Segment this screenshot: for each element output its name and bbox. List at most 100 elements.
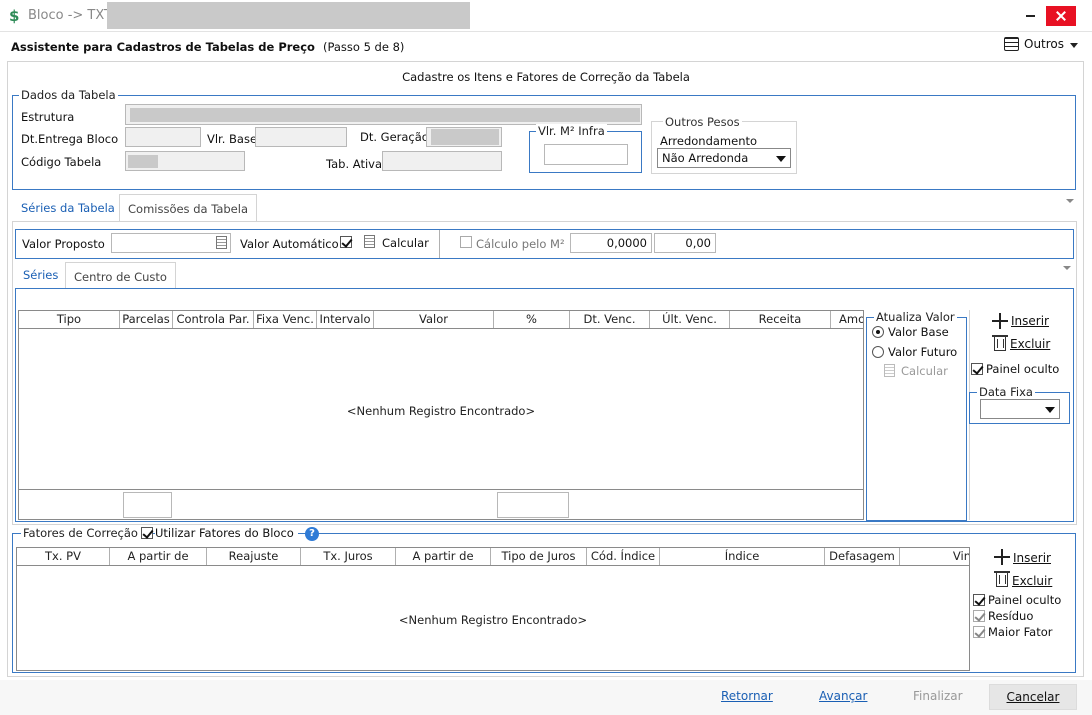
col-ult-venc[interactable]: Últ. Venc.	[650, 311, 730, 328]
plus-icon[interactable]	[992, 313, 1008, 329]
col-parcelas[interactable]: Parcelas	[120, 311, 173, 328]
app-logo-icon: $	[9, 7, 20, 25]
finalizar-button: Finalizar	[913, 689, 963, 703]
dados-legend: Dados da Tabela	[19, 88, 118, 102]
subtab-centro-custo[interactable]: Centro de Custo	[65, 262, 176, 289]
col-reajuste[interactable]: Reajuste	[207, 548, 301, 565]
window-titlebar: $ Bloco -> TXT	[0, 0, 1092, 32]
maior-fator-checkbox[interactable]	[973, 626, 985, 638]
dt-entrega-field[interactable]	[125, 127, 201, 147]
series-grid-header: Tipo Parcelas Controla Par. Fixa Venc. I…	[19, 311, 863, 329]
atualiza-valor-legend: Atualiza Valor	[874, 310, 957, 324]
col-receita[interactable]: Receita	[730, 311, 831, 328]
avancar-button[interactable]: Avançar	[819, 689, 867, 703]
wizard-step: (Passo 5 de 8)	[322, 40, 405, 54]
chevron-down-icon	[1045, 407, 1055, 413]
calculo-m2-checkbox[interactable]	[460, 236, 472, 248]
tabs-overflow-icon[interactable]	[1066, 199, 1074, 203]
valor-base-label: Valor Base	[888, 325, 949, 339]
data-fixa-select[interactable]	[980, 399, 1060, 419]
valor-proposto-label: Valor Proposto	[22, 237, 105, 251]
calculo-m2-field2[interactable]: 0,00	[654, 233, 716, 253]
dt-geracao-field[interactable]	[426, 127, 502, 147]
plus-icon[interactable]	[994, 549, 1010, 565]
col-tipo-juros[interactable]: Tipo de Juros	[491, 548, 587, 565]
fatores-grid-header: Tx. PV A partir de Reajuste Tx. Juros A …	[17, 548, 969, 566]
outros-label: Outros	[1024, 37, 1065, 51]
series-empty-message: <Nenhum Registro Encontrado>	[346, 404, 536, 418]
calculo-m2-field1[interactable]: 0,0000	[570, 233, 652, 253]
col-indice[interactable]: Índice	[660, 548, 825, 565]
calculator-icon[interactable]	[364, 235, 375, 248]
col-dt-venc[interactable]: Dt. Venc.	[570, 311, 650, 328]
vlr-m2-legend: Vlr. M² Infra	[536, 124, 607, 138]
col-tx-pv[interactable]: Tx. PV	[17, 548, 110, 565]
col-amo[interactable]: Amo	[831, 311, 863, 328]
vlr-m2-field[interactable]	[544, 144, 628, 165]
valor-automatico-label: Valor Automático	[240, 237, 339, 251]
valor-base-radio[interactable]	[872, 326, 884, 338]
arredondamento-label: Arredondamento	[660, 134, 758, 148]
calculator-icon[interactable]	[216, 236, 227, 249]
col-tx-juros[interactable]: Tx. Juros	[301, 548, 396, 565]
vlr-base-label: Vlr. Base	[207, 132, 258, 146]
minimize-icon[interactable]	[1020, 6, 1040, 26]
atualiza-calcular-button[interactable]: Calcular	[901, 364, 948, 378]
fatores-painel-oculto-checkbox[interactable]	[973, 594, 985, 606]
redacted-title	[107, 2, 470, 29]
col-controla-par[interactable]: Controla Par.	[173, 311, 254, 328]
fatores-inserir-button[interactable]: Inserir	[1013, 551, 1051, 565]
col-vin[interactable]: Vin	[900, 548, 969, 565]
col-valor[interactable]: Valor	[374, 311, 494, 328]
tab-series-tabela[interactable]: Séries da Tabela	[13, 194, 123, 221]
col-defasagem[interactable]: Defasagem	[825, 548, 900, 565]
col-percent[interactable]: %	[494, 311, 570, 328]
residuo-checkbox[interactable]	[973, 610, 985, 622]
valor-proposto-field[interactable]	[111, 233, 231, 253]
trash-icon[interactable]	[994, 571, 1010, 587]
residuo-label: Resíduo	[988, 609, 1034, 623]
valor-futuro-radio[interactable]	[872, 346, 884, 358]
parcelas-total-field	[123, 492, 172, 518]
calcular-button[interactable]: Calcular	[382, 236, 429, 250]
col-tipo[interactable]: Tipo	[19, 311, 120, 328]
close-icon[interactable]	[1046, 6, 1076, 26]
fatores-legend: Fatores de Correção	[21, 526, 142, 540]
fatores-legend-text: Fatores de Correção	[23, 526, 138, 540]
instructions: Cadastre os Itens e Fatores de Correção …	[402, 70, 690, 84]
trash-icon[interactable]	[992, 335, 1008, 351]
fatores-grid[interactable]: Tx. PV A partir de Reajuste Tx. Juros A …	[16, 547, 970, 671]
outros-menu[interactable]: Outros	[1004, 37, 1080, 53]
estrutura-field[interactable]	[125, 104, 642, 125]
col-cod-indice[interactable]: Cód. Índice	[587, 548, 660, 565]
dt-entrega-label: Dt.Entrega Bloco	[21, 132, 119, 146]
vlr-base-field[interactable]	[255, 127, 347, 147]
chevron-down-icon	[776, 156, 786, 162]
series-footer-row	[19, 489, 863, 490]
codigo-field[interactable]	[125, 151, 245, 171]
series-grid[interactable]: Tipo Parcelas Controla Par. Fixa Venc. I…	[18, 310, 864, 520]
fatores-excluir-button[interactable]: Excluir	[1012, 574, 1052, 588]
chevron-down-icon	[1070, 43, 1078, 48]
calculo-m2-label: Cálculo pelo M²	[476, 237, 565, 251]
col-fixa-venc[interactable]: Fixa Venc.	[254, 311, 317, 328]
tab-ativa-field[interactable]	[382, 151, 502, 171]
subtab-series[interactable]: Séries	[15, 261, 67, 288]
series-inserir-button[interactable]: Inserir	[1011, 314, 1049, 328]
retornar-button[interactable]: Retornar	[721, 689, 773, 703]
utilizar-fatores-checkbox[interactable]	[141, 527, 153, 539]
series-painel-oculto-checkbox[interactable]	[971, 363, 983, 375]
help-icon[interactable]: ?	[305, 527, 319, 541]
tab-comissoes-tabela[interactable]: Comissões da Tabela	[119, 194, 257, 221]
cancelar-button[interactable]: Cancelar	[989, 684, 1077, 710]
subtabs-overflow-icon[interactable]	[1063, 266, 1071, 270]
col-a-partir-de-1[interactable]: A partir de	[110, 548, 207, 565]
valor-automatico-checkbox[interactable]	[340, 236, 352, 248]
fatores-empty-message: <Nenhum Registro Encontrado>	[398, 613, 588, 627]
arredondamento-select[interactable]: Não Arredonda	[657, 148, 791, 168]
col-intervalo[interactable]: Intervalo	[317, 311, 374, 328]
fatores-painel-oculto-label: Painel oculto	[988, 593, 1062, 607]
valor-divider	[439, 230, 440, 258]
col-a-partir-de-2[interactable]: A partir de	[396, 548, 491, 565]
series-excluir-button[interactable]: Excluir	[1010, 337, 1050, 351]
